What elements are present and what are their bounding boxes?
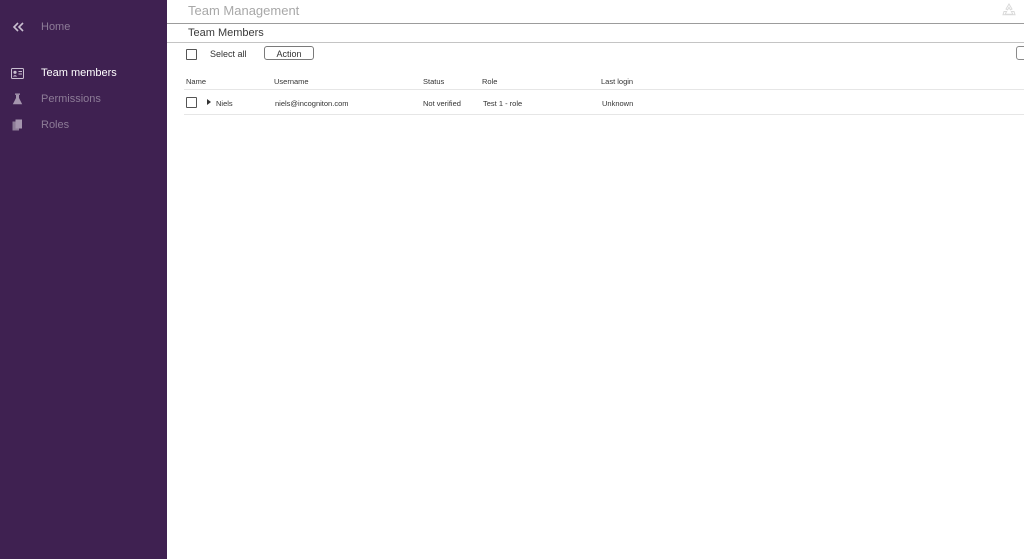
row-checkbox[interactable] <box>186 97 197 108</box>
sidebar-item-team-members[interactable]: Team members <box>0 62 167 84</box>
section-title: Team Members <box>188 27 264 39</box>
sidebar-item-home[interactable]: Home <box>0 16 167 38</box>
column-header-status[interactable]: Status <box>423 77 444 86</box>
double-chevron-left-icon <box>11 21 24 34</box>
cell-last-login: Unknown <box>602 99 634 108</box>
expand-caret-icon[interactable] <box>207 99 211 105</box>
cell-name: Niels <box>216 99 233 108</box>
documents-icon <box>11 119 24 132</box>
main-content: Team Management Team Members Select all … <box>167 0 1024 559</box>
action-button[interactable]: Action <box>264 46 314 60</box>
page-title: Team Management <box>188 3 300 18</box>
section-divider <box>167 42 1024 43</box>
id-card-icon <box>11 67 24 80</box>
select-all-checkbox[interactable] <box>186 49 197 60</box>
header-divider <box>167 23 1024 24</box>
column-header-name[interactable]: Name <box>186 77 206 86</box>
cell-status: Not verified <box>423 99 461 108</box>
toolbar-right-button[interactable] <box>1016 46 1024 60</box>
flask-icon <box>11 93 24 106</box>
cell-role: Test 1 - role <box>483 99 523 108</box>
column-header-role[interactable]: Role <box>482 77 497 86</box>
app-window: Home Team members Permissions Roles Team… <box>0 0 1024 559</box>
cell-username: niels@incogniton.com <box>275 99 349 108</box>
sidebar-item-label: Roles <box>41 119 70 131</box>
column-header-username[interactable]: Username <box>274 77 309 86</box>
select-all-label: Select all <box>210 49 247 59</box>
sidebar-item-label: Team members <box>41 67 117 79</box>
recycle-icon[interactable] <box>1001 2 1017 18</box>
sidebar-item-label: Home <box>41 21 71 33</box>
sidebar-item-roles[interactable]: Roles <box>0 114 167 136</box>
sidebar-item-permissions[interactable]: Permissions <box>0 88 167 110</box>
column-header-last-login[interactable]: Last login <box>601 77 633 86</box>
sidebar-item-label: Permissions <box>41 93 101 105</box>
sidebar: Home Team members Permissions Roles <box>0 0 167 559</box>
table-row[interactable]: Niels niels@incogniton.com Not verified … <box>184 90 1024 115</box>
